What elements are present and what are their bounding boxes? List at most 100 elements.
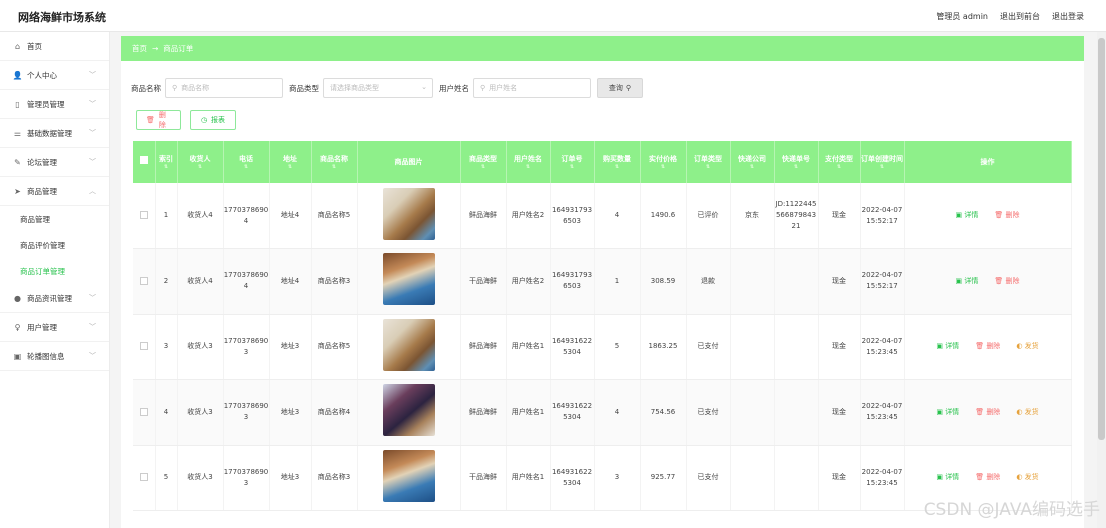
- sidebar-subitem[interactable]: 商品管理: [0, 206, 109, 232]
- current-user: 管理员 admin: [936, 12, 988, 21]
- goods-name-input[interactable]: ⚲ 商品名称: [165, 78, 283, 98]
- sort-icon[interactable]: ⇅: [224, 164, 269, 170]
- goods-image[interactable]: [382, 449, 435, 502]
- row-checkbox[interactable]: [139, 276, 148, 285]
- batch-delete-button[interactable]: 🗑 删除: [136, 110, 181, 130]
- goods-image[interactable]: [382, 384, 435, 437]
- column-header[interactable]: 商品类型 ⇅: [460, 141, 507, 183]
- cell-type: 鲜品海鲜: [460, 314, 507, 380]
- column-header[interactable]: 收货人 ⇅: [177, 141, 224, 183]
- detail-button[interactable]: ▣ 详情: [936, 341, 959, 352]
- sidebar-item[interactable]: ✎ 论坛管理 ﹀: [0, 148, 109, 177]
- cell-express_no: [774, 379, 819, 446]
- table-body: 1 收货人4 17703786904 地址4 商品名称5 鲜品海鲜 用户姓名2 1649317…: [133, 183, 1072, 511]
- sidebar-item[interactable]: ➤ 商品管理 ︿: [0, 177, 109, 206]
- sidebar-item[interactable]: ▯ 管理员管理 ﹀: [0, 90, 109, 119]
- ship-button[interactable]: ◐ 发货: [1016, 472, 1038, 483]
- delete-button[interactable]: 🗑 删除: [975, 407, 1000, 418]
- cell-price: 1863.25: [640, 314, 687, 380]
- cell-pay: 现金: [818, 379, 861, 446]
- sort-icon[interactable]: ⇅: [461, 164, 506, 170]
- row-checkbox[interactable]: [139, 473, 148, 482]
- sidebar-item[interactable]: ♀ 用户管理 ﹀: [0, 313, 109, 342]
- column-header[interactable]: 购买数量 ⇅: [594, 141, 641, 183]
- cell-status: 已支付: [686, 314, 731, 380]
- page-scrollbar[interactable]: [1097, 32, 1106, 528]
- sort-icon[interactable]: ⇅: [178, 164, 223, 170]
- delete-button[interactable]: 🗑 删除: [975, 341, 1000, 352]
- home-icon: ⌂: [14, 41, 21, 51]
- column-header[interactable]: 索引 ⇅: [155, 141, 178, 183]
- column-header[interactable]: 电话 ⇅: [223, 141, 270, 183]
- report-button[interactable]: ◷ 报表: [190, 110, 236, 130]
- sort-icon[interactable]: ⇅: [312, 164, 357, 170]
- sort-icon[interactable]: ⇅: [687, 164, 730, 170]
- goods-image[interactable]: [382, 187, 435, 240]
- column-header[interactable]: 商品图片: [357, 141, 461, 183]
- sort-icon[interactable]: ⇅: [861, 164, 904, 170]
- delete-button[interactable]: 🗑 删除: [975, 472, 1000, 483]
- cell-pay: 现金: [818, 445, 861, 511]
- detail-button[interactable]: ▣ 详情: [936, 472, 959, 483]
- sort-icon[interactable]: ⇅: [819, 164, 860, 170]
- sidebar-item[interactable]: ⌂ 首页: [0, 32, 109, 61]
- column-header[interactable]: 订单创建时间 ⇅: [860, 141, 905, 183]
- detail-button[interactable]: ▣ 详情: [956, 210, 979, 221]
- sort-icon[interactable]: ⇅: [731, 164, 774, 170]
- sidebar-subitem[interactable]: 商品评价管理: [0, 232, 109, 258]
- cell-order: 1649316225304: [550, 445, 595, 511]
- column-header[interactable]: 快递公司 ⇅: [730, 141, 775, 183]
- sort-icon[interactable]: ⇅: [595, 164, 640, 170]
- breadcrumb-home[interactable]: 首页: [132, 43, 147, 54]
- logout-link[interactable]: 退出登录: [1052, 11, 1084, 22]
- table-row: 2 收货人4 17703786904 地址4 商品名称3 干品海鲜 用户姓名2 1649317…: [133, 248, 1072, 315]
- sort-icon[interactable]: ⇅: [507, 164, 550, 170]
- row-checkbox[interactable]: [139, 211, 148, 220]
- cell-type: 干品海鲜: [460, 445, 507, 511]
- goods-image[interactable]: [382, 253, 435, 306]
- column-header[interactable]: 地址 ⇅: [269, 141, 312, 183]
- query-button[interactable]: 查询 ⚲: [597, 78, 643, 98]
- send-icon: ➤: [14, 186, 21, 196]
- sidebar-item[interactable]: 👤 个人中心 ﹀: [0, 61, 109, 90]
- detail-button-label: 详情: [945, 342, 960, 351]
- sidebar-item[interactable]: ⚌ 基础数据管理 ﹀: [0, 119, 109, 148]
- sort-icon[interactable]: ⇅: [775, 164, 818, 170]
- row-checkbox[interactable]: [139, 342, 148, 351]
- user-name-input[interactable]: ⚲ 用户姓名: [473, 78, 591, 98]
- goods-type-select[interactable]: 请选择商品类型 ⌄: [323, 78, 433, 98]
- detail-button[interactable]: ▣ 详情: [956, 276, 979, 287]
- row-checkbox[interactable]: [139, 407, 148, 416]
- delete-button[interactable]: 🗑 删除: [994, 210, 1019, 221]
- scrollbar-thumb[interactable]: [1098, 38, 1105, 440]
- sliders-icon: ⚌: [13, 128, 22, 138]
- goods-image[interactable]: [382, 318, 435, 371]
- mic-icon: ♀: [14, 322, 21, 332]
- column-header[interactable]: 用户姓名 ⇅: [506, 141, 551, 183]
- delete-button[interactable]: 🗑 删除: [994, 276, 1019, 287]
- sidebar-item[interactable]: ● 商品资讯管理 ﹀: [0, 284, 109, 313]
- select-all-checkbox[interactable]: [133, 141, 156, 183]
- table-row: 1 收货人4 17703786904 地址4 商品名称5 鲜品海鲜 用户姓名2 1649317…: [133, 183, 1072, 249]
- column-header[interactable]: 实付价格 ⇅: [640, 141, 687, 183]
- chevron-down-icon: ﹀: [89, 352, 96, 360]
- column-header[interactable]: 支付类型 ⇅: [818, 141, 861, 183]
- detail-button[interactable]: ▣ 详情: [936, 407, 959, 418]
- column-header-label: 快递公司: [738, 155, 766, 164]
- sort-icon[interactable]: ⇅: [156, 164, 177, 170]
- sort-icon[interactable]: ⇅: [551, 164, 594, 170]
- search-icon: ⚲: [172, 84, 178, 92]
- delete-button-label: 删除: [986, 342, 1001, 351]
- column-header[interactable]: 订单类型 ⇅: [686, 141, 731, 183]
- column-header[interactable]: 商品名称 ⇅: [311, 141, 358, 183]
- cell-price: 925.77: [640, 445, 687, 511]
- column-header[interactable]: 订单号 ⇅: [550, 141, 595, 183]
- sidebar-subitem[interactable]: 商品订单管理: [0, 258, 109, 284]
- to-front-link[interactable]: 退出到前台: [1000, 11, 1040, 22]
- sort-icon[interactable]: ⇅: [641, 164, 686, 170]
- ship-button[interactable]: ◐ 发货: [1016, 407, 1038, 418]
- ship-button[interactable]: ◐ 发货: [1016, 341, 1038, 352]
- column-header[interactable]: 快递单号 ⇅: [774, 141, 819, 183]
- sidebar-item[interactable]: ▣ 轮播图信息 ﹀: [0, 342, 109, 371]
- sort-icon[interactable]: ⇅: [270, 164, 311, 170]
